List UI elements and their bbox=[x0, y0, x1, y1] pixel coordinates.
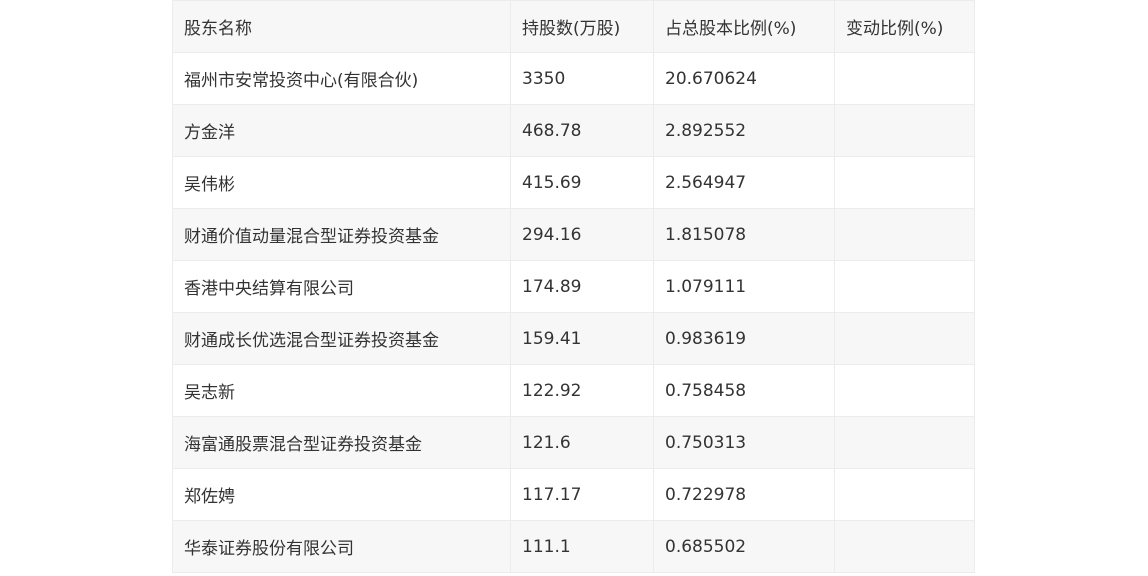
cell-shareholder-name: 财通价值动量混合型证券投资基金 bbox=[172, 208, 511, 261]
cell-shareholder-name: 福州市安常投资中心(有限合伙) bbox=[172, 52, 511, 105]
cell-shareholder-name: 吴志新 bbox=[172, 364, 511, 417]
table-row: 海富通股票混合型证券投资基金 121.6 0.750313 bbox=[172, 416, 975, 469]
table-row: 吴伟彬 415.69 2.564947 bbox=[172, 156, 975, 209]
cell-shares-held: 159.41 bbox=[510, 312, 654, 365]
table-body: 福州市安常投资中心(有限合伙) 3350 20.670624 方金洋 468.7… bbox=[172, 52, 975, 573]
cell-change-ratio bbox=[834, 520, 975, 573]
header-share-ratio: 占总股本比例(%) bbox=[653, 0, 835, 53]
cell-shares-held: 122.92 bbox=[510, 364, 654, 417]
header-shareholder-name: 股东名称 bbox=[172, 0, 511, 53]
cell-change-ratio bbox=[834, 364, 975, 417]
cell-change-ratio bbox=[834, 52, 975, 105]
cell-shares-held: 121.6 bbox=[510, 416, 654, 469]
table-row: 郑佐娉 117.17 0.722978 bbox=[172, 468, 975, 521]
cell-change-ratio bbox=[834, 416, 975, 469]
cell-share-ratio: 0.685502 bbox=[653, 520, 835, 573]
cell-share-ratio: 0.983619 bbox=[653, 312, 835, 365]
cell-change-ratio bbox=[834, 468, 975, 521]
header-shares-held: 持股数(万股) bbox=[510, 0, 654, 53]
cell-share-ratio: 1.079111 bbox=[653, 260, 835, 313]
cell-share-ratio: 0.722978 bbox=[653, 468, 835, 521]
cell-change-ratio bbox=[834, 104, 975, 157]
cell-change-ratio bbox=[834, 260, 975, 313]
cell-share-ratio: 0.750313 bbox=[653, 416, 835, 469]
table-row: 方金洋 468.78 2.892552 bbox=[172, 104, 975, 157]
table-row: 财通成长优选混合型证券投资基金 159.41 0.983619 bbox=[172, 312, 975, 365]
cell-shareholder-name: 吴伟彬 bbox=[172, 156, 511, 209]
cell-shares-held: 174.89 bbox=[510, 260, 654, 313]
cell-shareholder-name: 华泰证券股份有限公司 bbox=[172, 520, 511, 573]
cell-change-ratio bbox=[834, 156, 975, 209]
table-row: 华泰证券股份有限公司 111.1 0.685502 bbox=[172, 520, 975, 573]
cell-shares-held: 468.78 bbox=[510, 104, 654, 157]
cell-share-ratio: 0.758458 bbox=[653, 364, 835, 417]
cell-shares-held: 3350 bbox=[510, 52, 654, 105]
table-row: 财通价值动量混合型证券投资基金 294.16 1.815078 bbox=[172, 208, 975, 261]
cell-change-ratio bbox=[834, 208, 975, 261]
cell-share-ratio: 1.815078 bbox=[653, 208, 835, 261]
shareholder-table: 股东名称 持股数(万股) 占总股本比例(%) 变动比例(%) 福州市安常投资中心… bbox=[172, 0, 975, 573]
cell-share-ratio: 2.564947 bbox=[653, 156, 835, 209]
shareholder-table-container: 股东名称 持股数(万股) 占总股本比例(%) 变动比例(%) 福州市安常投资中心… bbox=[172, 0, 975, 573]
cell-change-ratio bbox=[834, 312, 975, 365]
cell-shares-held: 117.17 bbox=[510, 468, 654, 521]
cell-shares-held: 111.1 bbox=[510, 520, 654, 573]
cell-shareholder-name: 香港中央结算有限公司 bbox=[172, 260, 511, 313]
cell-shareholder-name: 海富通股票混合型证券投资基金 bbox=[172, 416, 511, 469]
table-row: 福州市安常投资中心(有限合伙) 3350 20.670624 bbox=[172, 52, 975, 105]
header-change-ratio: 变动比例(%) bbox=[834, 0, 975, 53]
cell-shareholder-name: 方金洋 bbox=[172, 104, 511, 157]
cell-share-ratio: 20.670624 bbox=[653, 52, 835, 105]
cell-shareholder-name: 郑佐娉 bbox=[172, 468, 511, 521]
cell-share-ratio: 2.892552 bbox=[653, 104, 835, 157]
cell-shares-held: 294.16 bbox=[510, 208, 654, 261]
header-row: 股东名称 持股数(万股) 占总股本比例(%) 变动比例(%) bbox=[172, 0, 975, 53]
table-row: 香港中央结算有限公司 174.89 1.079111 bbox=[172, 260, 975, 313]
table-header: 股东名称 持股数(万股) 占总股本比例(%) 变动比例(%) bbox=[172, 0, 975, 53]
cell-shares-held: 415.69 bbox=[510, 156, 654, 209]
cell-shareholder-name: 财通成长优选混合型证券投资基金 bbox=[172, 312, 511, 365]
table-row: 吴志新 122.92 0.758458 bbox=[172, 364, 975, 417]
